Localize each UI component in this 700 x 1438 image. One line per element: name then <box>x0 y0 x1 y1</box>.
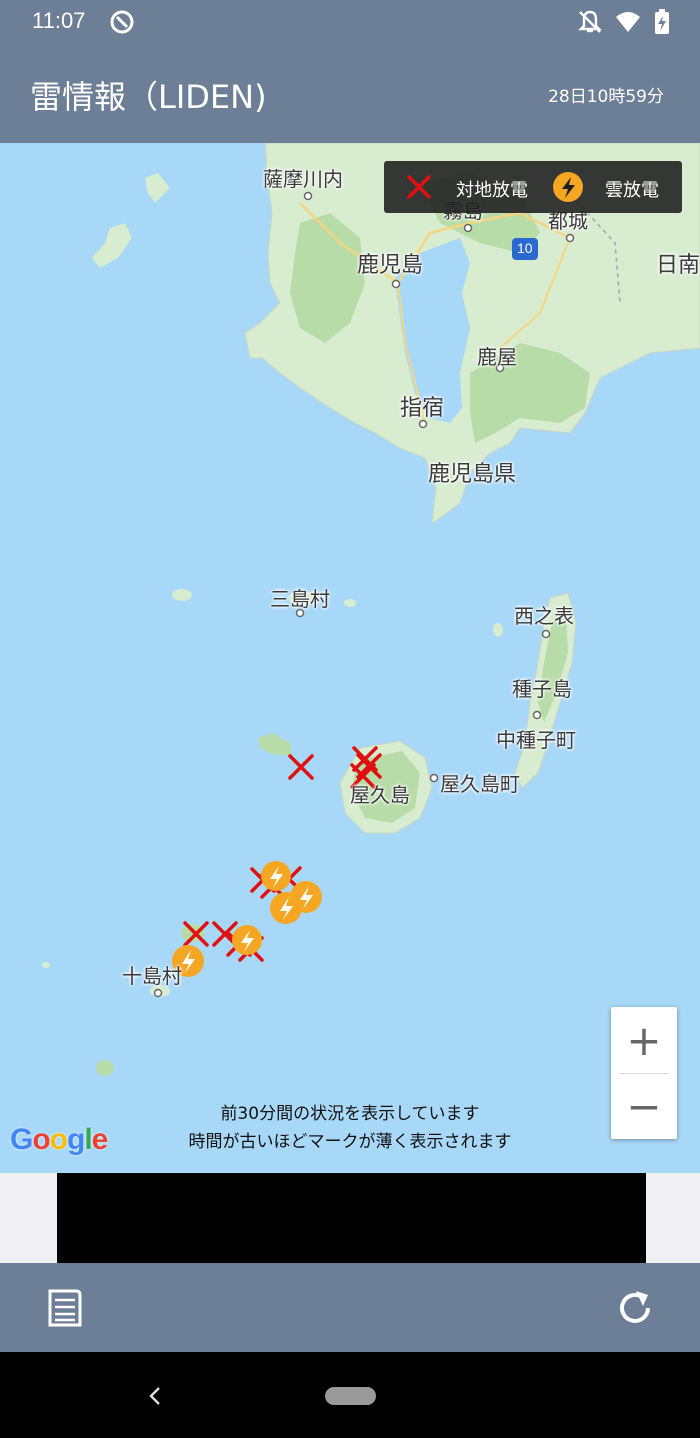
ground-strike-marker <box>288 754 314 780</box>
notifications-off-icon <box>578 10 602 33</box>
place-label: 十島村 <box>122 964 182 988</box>
place-label: 薩摩川内 <box>263 167 343 191</box>
place-label: 鹿児島 <box>357 253 424 278</box>
status-time: 11:07 <box>32 8 86 33</box>
wifi-icon <box>616 12 640 32</box>
map-canvas <box>42 143 700 1076</box>
map-legend: 対地放電 雲放電 <box>384 161 682 213</box>
legend-ground-label: 対地放電 <box>456 180 528 201</box>
place-label: 鹿屋 <box>477 345 517 369</box>
app-bar: 雷情報（LIDEN) 28日10時59分 <box>0 44 700 143</box>
kuroshima <box>172 589 192 601</box>
place-label: 中種子町 <box>496 728 576 752</box>
ad-area <box>0 1173 700 1263</box>
lightning-map[interactable]: 10 薩摩川内 霧島 都城 鹿児島 日南 鹿屋 指宿 鹿児島県 三島村 西之表 … <box>0 143 700 1173</box>
updated-time: 28日10時59分 <box>548 87 664 107</box>
list-icon[interactable] <box>44 1287 84 1329</box>
back-icon[interactable] <box>146 1385 164 1407</box>
legend-cloud-label: 雲放電 <box>605 180 659 201</box>
cloud-strike-marker <box>270 892 302 924</box>
cloud-discharge-icon <box>553 172 583 202</box>
google-logo[interactable]: Google <box>10 1123 108 1157</box>
place-label: 種子島 <box>512 677 572 701</box>
place-label: 鹿児島県 <box>428 462 517 487</box>
cloud-strike-marker <box>232 925 262 955</box>
zoom-in-button[interactable]: + <box>611 1007 677 1073</box>
status-bar: 11:07 <box>0 0 700 44</box>
sync-icon <box>110 10 134 34</box>
koshiki-islands <box>92 173 170 268</box>
kuchinoerabujima <box>258 733 292 755</box>
place-label: 日南 <box>656 253 700 278</box>
tokara-island-b <box>42 962 50 968</box>
route-shield-label: 10 <box>517 240 533 256</box>
home-pill[interactable] <box>325 1387 376 1405</box>
ad-banner[interactable] <box>57 1173 646 1263</box>
place-label: 指宿 <box>400 396 445 421</box>
tokara-island-c <box>96 1060 114 1076</box>
mageshima <box>493 623 503 637</box>
place-label: 三島村 <box>270 587 330 611</box>
battery-charging-icon <box>655 9 669 34</box>
ground-discharge-icon <box>407 175 431 199</box>
place-label: 西之表 <box>514 604 574 628</box>
takeshima <box>344 599 356 607</box>
refresh-icon[interactable] <box>614 1287 656 1329</box>
page-title: 雷情報（LIDEN) <box>30 78 267 116</box>
place-label: 屋久島 <box>350 783 410 807</box>
system-nav-bar <box>0 1352 700 1438</box>
place-label: 屋久島町 <box>440 772 520 796</box>
cloud-strike-marker <box>261 861 291 891</box>
bottom-toolbar <box>0 1263 700 1352</box>
